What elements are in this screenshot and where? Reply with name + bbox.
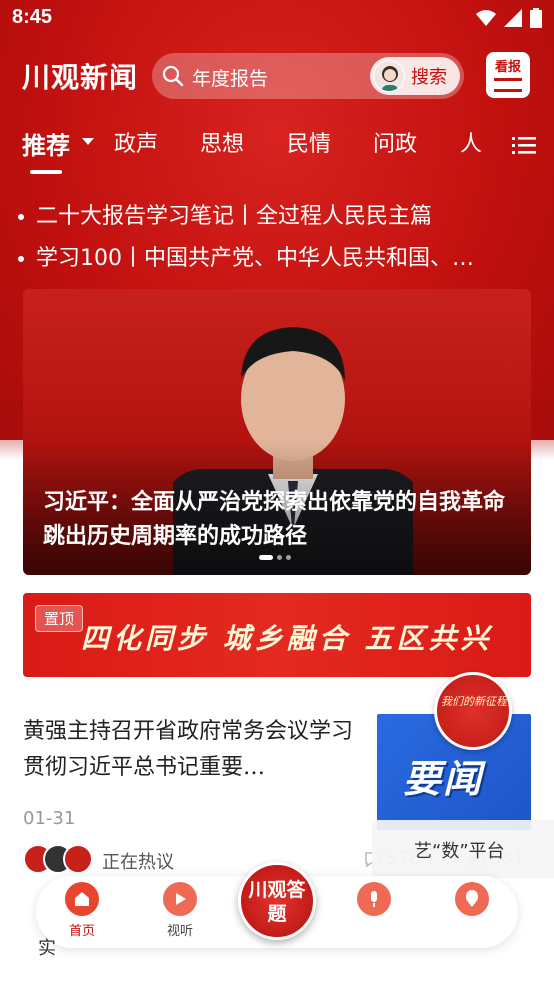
pinned-banner[interactable]: 置顶 四化同步 城乡融合 五区共兴	[23, 593, 531, 677]
bottom-navigation: 首页 视听 川观答题	[36, 862, 518, 948]
bullet-icon	[18, 214, 24, 220]
featured-carousel[interactable]: 习近平：全面从严治党探索出依靠党的自我革命跳出历史周期率的成功路径	[23, 289, 531, 575]
nav-item-4[interactable]	[344, 882, 404, 920]
status-icons	[476, 8, 542, 28]
nav-home[interactable]: 首页	[52, 882, 112, 939]
search-icon	[162, 65, 184, 87]
status-time: 8:45	[12, 6, 53, 28]
play-icon	[163, 882, 197, 916]
nav-video[interactable]: 视听	[150, 882, 210, 939]
battery-icon	[530, 8, 542, 28]
carousel-dot	[259, 555, 273, 560]
active-tab-indicator	[30, 170, 62, 174]
tab-minqing[interactable]: 民情	[287, 126, 331, 158]
tab-more-partial[interactable]: 人	[460, 126, 482, 158]
search-button-label: 搜索	[411, 67, 447, 88]
location-icon	[455, 882, 489, 916]
tab-zhengsheng[interactable]: 政声	[114, 126, 158, 158]
tab-wenzheng[interactable]: 问政	[373, 126, 417, 158]
next-article-peek: 实	[38, 938, 56, 959]
channel-menu-icon[interactable]	[512, 136, 536, 156]
headline-text: 学习100丨中国共产党、中华人民共和国、…	[36, 246, 474, 271]
floating-panel[interactable]: 艺“数”平台	[372, 820, 554, 878]
newspaper-icon	[494, 78, 522, 92]
banner-slogan: 四化同步 城乡融合 五区共兴	[81, 622, 493, 655]
pinned-badge: 置顶	[35, 605, 84, 632]
hot-discussion-label[interactable]: 正在热议	[102, 848, 174, 874]
headline-item[interactable]: 学习100丨中国共产党、中华人民共和国、…	[18, 240, 538, 272]
signal-icon	[504, 9, 522, 27]
tab-recommend[interactable]: 推荐	[22, 126, 70, 161]
search-button[interactable]: 搜索	[370, 57, 460, 95]
headline-item[interactable]: 二十大报告学习笔记丨全过程人民民主篇	[18, 198, 538, 230]
quiz-center-button[interactable]: 川观答题	[238, 862, 316, 940]
app-logo: 川观新闻	[22, 61, 139, 94]
article-date: 01-31	[23, 808, 76, 829]
newspaper-button[interactable]: 看报	[486, 52, 530, 98]
thumbnail-text: 要闻	[403, 757, 484, 801]
search-box[interactable]: 年度报告 搜索	[152, 53, 464, 99]
carousel-indicator	[259, 555, 291, 560]
headline-text: 二十大报告学习笔记丨全过程人民民主篇	[36, 204, 433, 229]
nav-video-label: 视听	[166, 924, 193, 939]
wifi-icon	[476, 10, 496, 26]
tab-dropdown-icon[interactable]	[82, 138, 94, 145]
carousel-dot	[286, 555, 291, 560]
new-journey-badge[interactable]: 我们的新征程	[434, 672, 512, 750]
discussion-avatars	[23, 844, 93, 874]
nav-item-5[interactable]	[442, 882, 502, 920]
tab-sixiang[interactable]: 思想	[200, 126, 244, 158]
channel-tabs: 推荐 政声 思想 民情 问政 人	[0, 126, 554, 176]
badge-text: 我们的新征程	[441, 695, 507, 708]
carousel-caption: 习近平：全面从严治党探索出依靠党的自我革命跳出历史周期率的成功路径	[43, 489, 506, 549]
carousel-dot	[277, 555, 282, 560]
newspaper-button-label: 看报	[494, 60, 521, 75]
article-title[interactable]: 黄强主持召开省政府常务会议学习贯彻习近平总书记重要…	[23, 714, 353, 786]
home-icon	[65, 882, 99, 916]
bullet-icon	[18, 256, 24, 262]
assistant-avatar	[373, 60, 405, 92]
status-bar: 8:45	[0, 0, 554, 38]
floating-panel-label: 艺“数”平台	[414, 841, 505, 862]
search-input[interactable]: 年度报告	[192, 64, 268, 91]
avatar	[63, 844, 93, 874]
mic-icon	[357, 882, 391, 916]
nav-home-label: 首页	[68, 924, 95, 939]
